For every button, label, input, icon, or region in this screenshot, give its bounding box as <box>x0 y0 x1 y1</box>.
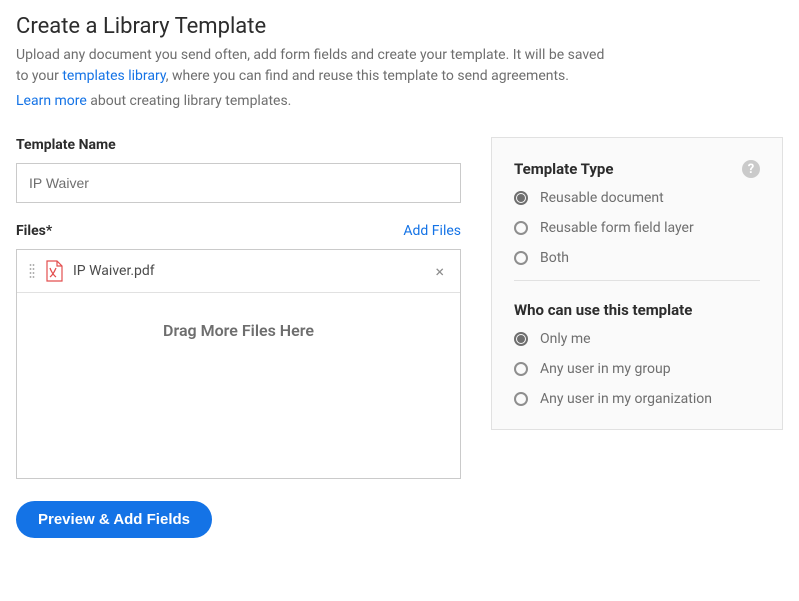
file-name: IP Waiver.pdf <box>73 263 421 279</box>
radio-label: Both <box>540 250 569 266</box>
pdf-icon <box>45 260 63 282</box>
page-title: Create a Library Template <box>16 14 783 39</box>
divider <box>514 280 760 281</box>
files-label: Files* <box>16 223 52 239</box>
radio-label: Reusable document <box>540 190 664 206</box>
preview-add-fields-button[interactable]: Preview & Add Fields <box>16 501 212 538</box>
radio-icon <box>514 392 528 406</box>
side-panel: ? Template Type Reusable document Reusab… <box>491 137 783 430</box>
template-type-title: Template Type <box>514 160 760 178</box>
radio-label: Only me <box>540 331 591 347</box>
radio-only-me[interactable]: Only me <box>514 331 760 347</box>
file-row[interactable]: IP Waiver.pdf × <box>17 250 460 293</box>
drag-handle-icon[interactable] <box>29 263 35 279</box>
radio-reusable-document[interactable]: Reusable document <box>514 190 760 206</box>
radio-label: Any user in my organization <box>540 391 712 407</box>
page-subheading: Upload any document you send often, add … <box>16 45 616 87</box>
radio-both[interactable]: Both <box>514 250 760 266</box>
radio-label: Any user in my group <box>540 361 671 377</box>
radio-icon <box>514 191 528 205</box>
drag-zone-text: Drag More Files Here <box>163 321 314 340</box>
template-name-label: Template Name <box>16 137 461 153</box>
help-icon[interactable]: ? <box>742 160 760 178</box>
drag-files-zone[interactable]: Drag More Files Here <box>17 293 460 478</box>
radio-any-user-org[interactable]: Any user in my organization <box>514 391 760 407</box>
radio-label: Reusable form field layer <box>540 220 694 236</box>
learn-more-line: Learn more about creating library templa… <box>16 93 783 109</box>
file-list: IP Waiver.pdf × Drag More Files Here <box>16 249 461 479</box>
radio-icon <box>514 332 528 346</box>
remove-file-icon[interactable]: × <box>431 262 448 281</box>
templates-library-link[interactable]: templates library <box>62 68 165 84</box>
sub-suffix: , where you can find and reuse this temp… <box>166 68 569 84</box>
radio-icon <box>514 221 528 235</box>
radio-reusable-form-field-layer[interactable]: Reusable form field layer <box>514 220 760 236</box>
add-files-link[interactable]: Add Files <box>403 223 461 239</box>
permissions-title: Who can use this template <box>514 301 760 319</box>
template-name-input[interactable] <box>16 163 461 203</box>
learn-more-link[interactable]: Learn more <box>16 93 87 109</box>
radio-icon <box>514 362 528 376</box>
radio-icon <box>514 251 528 265</box>
learn-more-suffix: about creating library templates. <box>87 93 292 109</box>
radio-any-user-group[interactable]: Any user in my group <box>514 361 760 377</box>
